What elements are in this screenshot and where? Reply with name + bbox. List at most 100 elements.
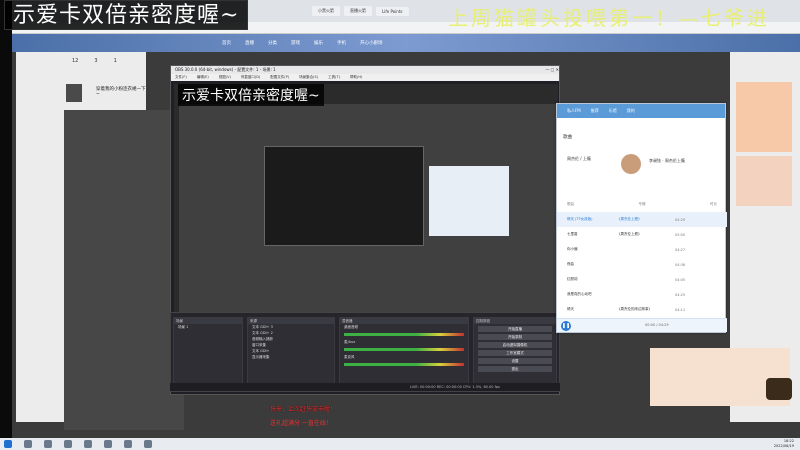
menu-profile[interactable]: 配置文件(P)	[270, 74, 289, 81]
nav-item-category[interactable]: 分类	[268, 40, 277, 46]
song-title: 晴天 (TF女孩版)	[567, 217, 593, 221]
mixer-channel-label: 麦/Aux	[344, 340, 356, 344]
browser-icon[interactable]	[64, 440, 72, 448]
sources-panel: 来源 文本 GDI+ 3 文本 GDI+ 2 音频输入捕获 窗口采集 文本 GD…	[247, 317, 335, 387]
song-row[interactable]: 七里香 《周杰伦上瘾》 05:00	[557, 227, 727, 242]
pause-icon[interactable]: ❚❚	[561, 321, 571, 331]
explorer-icon[interactable]	[84, 440, 92, 448]
obs-menubar: 文件(F) 编辑(E) 视图(V) 停靠窗口(D) 配置文件(P) 场景集合(S…	[171, 74, 559, 81]
song-title: 你小偏	[567, 247, 578, 251]
video-thumbnail[interactable]	[66, 84, 82, 102]
nested-music-window	[429, 166, 509, 236]
song-row[interactable]: 你小偏 04:27	[557, 242, 727, 257]
menu-help[interactable]: 帮助(H)	[350, 74, 362, 81]
obs-title: OBS 30.0.0 (64-bit, windows) - 配置文件: 1 -…	[175, 67, 276, 72]
search-icon[interactable]	[24, 440, 32, 448]
volume-meter[interactable]	[344, 363, 464, 366]
chat-app-icon[interactable]	[144, 440, 152, 448]
nav-item-theater[interactable]: 开心小剧场	[360, 40, 383, 46]
caption-line: 快来，上次赶快拿卡喔！	[270, 406, 337, 413]
mixer-panel: 混音器 桌面音频 麦/Aux 麦克风	[339, 317, 469, 387]
obs-icon[interactable]	[104, 440, 112, 448]
song-album: 《周杰伦上瘾》	[617, 232, 642, 236]
song-row[interactable]: 夜曲 04:36	[557, 257, 727, 272]
artist-card[interactable]: 李昶铉 · 周杰伦上瘾	[649, 158, 685, 164]
artist-card[interactable]: 周杰伦 / 上瘾	[567, 156, 591, 162]
browser-tab[interactable]: 小黑火箭	[312, 6, 340, 16]
scenes-panel: 场景 场景 1	[173, 317, 243, 387]
music-tab[interactable]: 我的	[627, 108, 635, 114]
scene-item[interactable]: 场景 1	[174, 324, 242, 330]
nav-item-entertainment[interactable]: 娱乐	[314, 40, 323, 46]
song-row[interactable]: 晴天 (TF女孩版) 《周杰伦上瘾》 04:29	[557, 212, 727, 227]
music-app-icon[interactable]	[124, 440, 132, 448]
volume-meter[interactable]	[344, 348, 464, 351]
song-row[interactable]: 我是真的心动吧 04:25	[557, 287, 727, 302]
stat-count: 1	[113, 58, 117, 64]
browser-tab[interactable]: 直播火箭	[344, 6, 372, 16]
source-item[interactable]: 显示器采集	[248, 354, 334, 360]
song-duration: 05:00	[675, 232, 686, 237]
column-header: 歌曲	[567, 202, 574, 206]
site-header-nav: 首页 直播 分类 游戏 娱乐 手机 开心小剧场	[12, 34, 800, 52]
stat-count: 3	[94, 58, 98, 64]
nav-item-games[interactable]: 游戏	[291, 40, 300, 46]
exit-button[interactable]: 退出	[478, 366, 552, 372]
music-tabs: 私人FM 推荐 乐馆 我的	[557, 104, 725, 118]
menu-file[interactable]: 文件(F)	[175, 74, 187, 81]
start-icon[interactable]	[4, 440, 12, 448]
music-tab[interactable]: 私人FM	[567, 108, 581, 114]
left-dark-strip	[0, 0, 12, 450]
mascot-logo-icon	[766, 378, 792, 400]
song-title: 七里香	[567, 232, 578, 236]
promo-banner[interactable]	[736, 156, 792, 206]
menu-tools[interactable]: 工具(T)	[328, 74, 340, 81]
controls-panel: 控制按钮 开始直播 开始录制 启动虚拟摄像机 工作室模式 设置 退出	[473, 317, 557, 387]
mixer-channel-label: 麦克风	[344, 355, 355, 359]
player-bar: ❚❚ 00:00 / 04:29	[557, 318, 727, 332]
promo-banner[interactable]	[736, 82, 792, 152]
browser-tab[interactable]: Life Points	[376, 6, 409, 16]
dark-content-area	[64, 110, 184, 430]
nested-overlay-banner: 示爱卡双倍亲密度喔~	[178, 84, 324, 106]
volume-meter[interactable]	[344, 333, 464, 336]
artist-avatar[interactable]	[621, 154, 641, 174]
song-title: 我是真的心动吧	[567, 292, 592, 296]
song-title: 晴天	[567, 307, 574, 311]
caption-line: 送礼超满分 一直在线！	[270, 420, 332, 427]
menu-view[interactable]: 视图(V)	[219, 74, 231, 81]
song-row[interactable]: 晴天 《周杰伦的床边故事》 04:11	[557, 302, 727, 317]
settings-button[interactable]: 设置	[478, 358, 552, 364]
obs-dock-area: 场景 场景 1 来源 文本 GDI+ 3 文本 GDI+ 2 音频输入捕获 窗口…	[170, 312, 560, 392]
song-list: 晴天 (TF女孩版) 《周杰伦上瘾》 04:29 七里香 《周杰伦上瘾》 05:…	[557, 212, 727, 317]
menu-scene-collection[interactable]: 场景集合(S)	[299, 74, 318, 81]
preview-capture	[179, 104, 559, 339]
nested-preview	[264, 146, 424, 246]
virtual-camera-button[interactable]: 启动虚拟摄像机	[478, 342, 552, 348]
nav-item-home[interactable]: 首页	[222, 40, 231, 46]
song-title: 夜曲	[567, 262, 574, 266]
song-duration: 04:27	[675, 247, 686, 252]
music-tab[interactable]: 乐馆	[609, 108, 617, 114]
start-streaming-button[interactable]: 开始直播	[478, 326, 552, 332]
windows-taskbar: 18:22 2022/06/19	[0, 438, 800, 450]
menu-docks[interactable]: 停靠窗口(D)	[241, 74, 260, 81]
video-title[interactable]: 穿着我的小粉连衣裙一下~	[96, 86, 146, 97]
menu-edit[interactable]: 编辑(E)	[197, 74, 209, 81]
task-view-icon[interactable]	[44, 440, 52, 448]
nav-item-live[interactable]: 直播	[245, 40, 254, 46]
start-recording-button[interactable]: 开始录制	[478, 334, 552, 340]
music-tab[interactable]: 推荐	[591, 108, 599, 114]
song-row[interactable]: 红颜劫 04:05	[557, 272, 727, 287]
window-controls-icon[interactable]: — ▢ ✕	[545, 66, 559, 74]
nav-item-mobile[interactable]: 手机	[337, 40, 346, 46]
section-title: 歌曲	[563, 135, 572, 140]
studio-mode-button[interactable]: 工作室模式	[478, 350, 552, 356]
clock-date: 2022/06/19	[773, 444, 794, 448]
music-player-window: 私人FM 推荐 乐馆 我的 歌曲 周杰伦 / 上瘾 李昶铉 · 周杰伦上瘾 歌曲…	[556, 103, 727, 333]
song-album: 《周杰伦上瘾》	[617, 217, 642, 221]
column-header: 时长	[710, 202, 717, 206]
song-duration: 04:05	[675, 277, 686, 282]
system-clock[interactable]: 18:22 2022/06/19	[774, 439, 794, 449]
song-duration: 04:11	[675, 307, 686, 312]
